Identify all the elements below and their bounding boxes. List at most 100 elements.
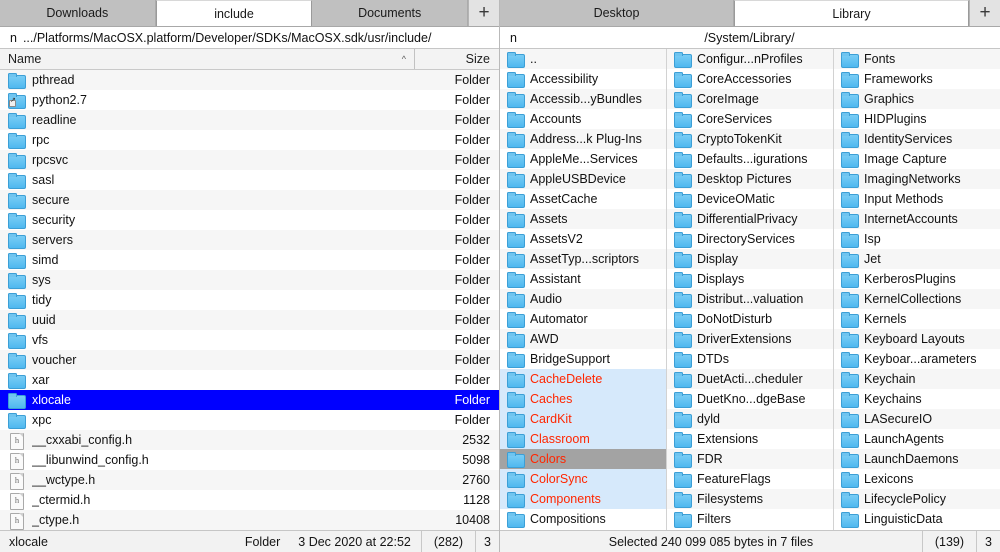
- list-item[interactable]: LaunchDaemons: [834, 449, 1000, 469]
- list-item[interactable]: Distribut...valuation: [667, 289, 833, 309]
- list-item[interactable]: KerberosPlugins: [834, 269, 1000, 289]
- table-row[interactable]: security Folder: [0, 210, 499, 230]
- list-item[interactable]: Components: [500, 489, 666, 509]
- list-item[interactable]: AppleUSBDevice: [500, 169, 666, 189]
- list-item[interactable]: Assistant: [500, 269, 666, 289]
- left-add-tab-button[interactable]: +: [468, 0, 500, 26]
- list-item[interactable]: Classroom: [500, 429, 666, 449]
- table-row[interactable]: xpc Folder: [0, 410, 499, 430]
- list-item[interactable]: Extensions: [667, 429, 833, 449]
- list-item[interactable]: Lexicons: [834, 469, 1000, 489]
- list-item[interactable]: Assets: [500, 209, 666, 229]
- list-item[interactable]: Caches: [500, 389, 666, 409]
- list-item[interactable]: AssetsV2: [500, 229, 666, 249]
- list-item[interactable]: DoNotDisturb: [667, 309, 833, 329]
- list-item[interactable]: Filesystems: [667, 489, 833, 509]
- table-row[interactable]: h __wctype.h 2760: [0, 470, 499, 490]
- list-item[interactable]: BridgeSupport: [500, 349, 666, 369]
- list-item[interactable]: Defaults...igurations: [667, 149, 833, 169]
- table-row[interactable]: simd Folder: [0, 250, 499, 270]
- list-item[interactable]: CoreServices: [667, 109, 833, 129]
- list-item[interactable]: IdentityServices: [834, 129, 1000, 149]
- table-row[interactable]: tidy Folder: [0, 290, 499, 310]
- list-item[interactable]: AssetCache: [500, 189, 666, 209]
- table-row[interactable]: xlocale Folder: [0, 390, 499, 410]
- column-header-name[interactable]: Name ^: [0, 52, 414, 66]
- table-row[interactable]: rpcsvc Folder: [0, 150, 499, 170]
- table-row[interactable]: h _ctype.h 10408: [0, 510, 499, 530]
- list-item[interactable]: ImagingNetworks: [834, 169, 1000, 189]
- table-row[interactable]: sys Folder: [0, 270, 499, 290]
- list-item[interactable]: DriverExtensions: [667, 329, 833, 349]
- list-item[interactable]: HIDPlugins: [834, 109, 1000, 129]
- list-item[interactable]: Accessib...yBundles: [500, 89, 666, 109]
- list-item[interactable]: Displays: [667, 269, 833, 289]
- list-item[interactable]: KernelCollections: [834, 289, 1000, 309]
- list-item[interactable]: Frameworks: [834, 69, 1000, 89]
- list-item[interactable]: DuetKno...dgeBase: [667, 389, 833, 409]
- list-item[interactable]: Colors: [500, 449, 666, 469]
- list-item[interactable]: Compositions: [500, 509, 666, 529]
- list-item[interactable]: AssetTyp...scriptors: [500, 249, 666, 269]
- list-item[interactable]: DifferentialPrivacy: [667, 209, 833, 229]
- list-item[interactable]: Kernels: [834, 309, 1000, 329]
- list-item[interactable]: CacheDelete: [500, 369, 666, 389]
- list-item[interactable]: Input Methods: [834, 189, 1000, 209]
- list-item[interactable]: Accessibility: [500, 69, 666, 89]
- list-item[interactable]: FDR: [667, 449, 833, 469]
- table-row[interactable]: readline Folder: [0, 110, 499, 130]
- list-item[interactable]: Keyboard Layouts: [834, 329, 1000, 349]
- left-tab-0[interactable]: Downloads: [0, 0, 156, 26]
- list-item[interactable]: LifecyclePolicy: [834, 489, 1000, 509]
- list-item[interactable]: Keychains: [834, 389, 1000, 409]
- list-item[interactable]: Audio: [500, 289, 666, 309]
- list-item[interactable]: CoreImage: [667, 89, 833, 109]
- list-item[interactable]: FeatureFlags: [667, 469, 833, 489]
- table-row[interactable]: xar Folder: [0, 370, 499, 390]
- table-row[interactable]: pthread Folder: [0, 70, 499, 90]
- right-add-tab-button[interactable]: +: [969, 0, 1000, 26]
- list-item[interactable]: CardKit: [500, 409, 666, 429]
- right-file-list[interactable]: .. Accessibility Accessib...yBundles Accoun…: [500, 49, 1000, 530]
- table-row[interactable]: h __libunwind_config.h 5098: [0, 450, 499, 470]
- table-row[interactable]: h __cxxabi_config.h 2532: [0, 430, 499, 450]
- column-header-size[interactable]: Size: [415, 52, 499, 66]
- list-item[interactable]: dyld: [667, 409, 833, 429]
- left-tab-2[interactable]: Documents: [312, 0, 469, 26]
- list-item[interactable]: Filters: [667, 509, 833, 529]
- list-item[interactable]: LaunchAgents: [834, 429, 1000, 449]
- list-item[interactable]: AWD: [500, 329, 666, 349]
- list-item[interactable]: Configur...nProfiles: [667, 49, 833, 69]
- table-row[interactable]: rpc Folder: [0, 130, 499, 150]
- table-row[interactable]: python2.7 Folder: [0, 90, 499, 110]
- list-item[interactable]: Display: [667, 249, 833, 269]
- list-item[interactable]: AppleMe...Services: [500, 149, 666, 169]
- right-tab-0[interactable]: Desktop: [500, 0, 734, 26]
- list-item[interactable]: Keyboar...arameters: [834, 349, 1000, 369]
- table-row[interactable]: voucher Folder: [0, 350, 499, 370]
- table-row[interactable]: vfs Folder: [0, 330, 499, 350]
- table-row[interactable]: uuid Folder: [0, 310, 499, 330]
- list-item[interactable]: CoreAccessories: [667, 69, 833, 89]
- left-path-bar[interactable]: n .../Platforms/MacOSX.platform/Develope…: [0, 27, 499, 49]
- list-item[interactable]: Graphics: [834, 89, 1000, 109]
- list-item[interactable]: Desktop Pictures: [667, 169, 833, 189]
- list-item[interactable]: DTDs: [667, 349, 833, 369]
- right-tab-1[interactable]: Library: [734, 0, 969, 26]
- list-item[interactable]: DeviceOMatic: [667, 189, 833, 209]
- list-item[interactable]: Address...k Plug-Ins: [500, 129, 666, 149]
- list-item[interactable]: Keychain: [834, 369, 1000, 389]
- list-item[interactable]: Isp: [834, 229, 1000, 249]
- list-item[interactable]: Image Capture: [834, 149, 1000, 169]
- list-item[interactable]: ColorSync: [500, 469, 666, 489]
- list-item[interactable]: ..: [500, 49, 666, 69]
- table-row[interactable]: secure Folder: [0, 190, 499, 210]
- table-row[interactable]: servers Folder: [0, 230, 499, 250]
- list-item[interactable]: LASecureIO: [834, 409, 1000, 429]
- list-item[interactable]: Fonts: [834, 49, 1000, 69]
- left-tab-1[interactable]: include: [155, 0, 313, 26]
- table-row[interactable]: sasl Folder: [0, 170, 499, 190]
- list-item[interactable]: DirectoryServices: [667, 229, 833, 249]
- list-item[interactable]: Automator: [500, 309, 666, 329]
- list-item[interactable]: Accounts: [500, 109, 666, 129]
